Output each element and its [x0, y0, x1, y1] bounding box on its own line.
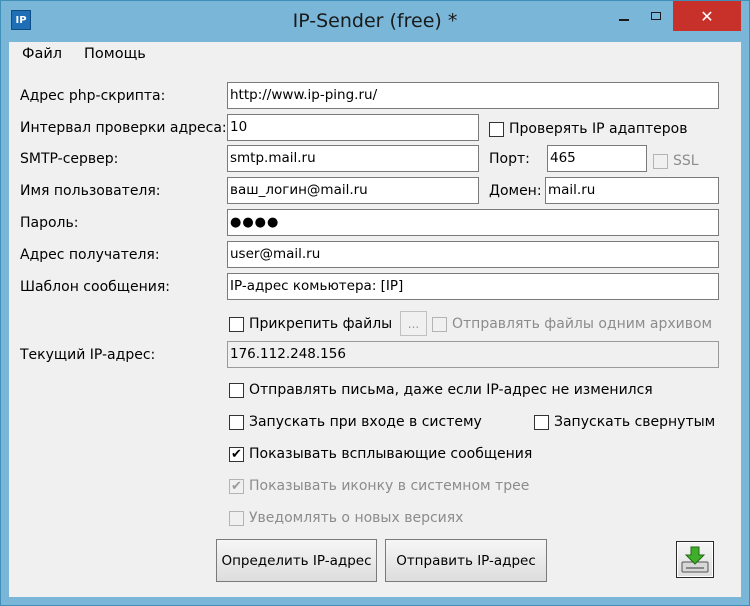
- menu-help[interactable]: Помощь: [84, 46, 146, 62]
- interval-input[interactable]: 10: [227, 114, 479, 141]
- template-input[interactable]: IP-адрес комьютера: [IP]: [227, 273, 719, 300]
- template-label: Шаблон сообщения:: [20, 279, 170, 295]
- show-tray-icon-checkbox[interactable]: ✔ Показывать иконку в системном трее: [229, 478, 529, 494]
- port-input[interactable]: 465: [547, 145, 647, 172]
- checkbox-box[interactable]: [229, 510, 244, 526]
- smtp-label: SMTP-сервер:: [20, 151, 119, 167]
- script-url-input[interactable]: http://www.ip-ping.ru/: [227, 82, 719, 109]
- client-area: Файл Помощь Адрес php-скрипта: http://ww…: [9, 42, 741, 597]
- show-tray-icon-label: Показывать иконку в системном трее: [249, 478, 530, 494]
- current-ip-label: Текущий IP-адрес:: [20, 347, 156, 363]
- ssl-checkbox[interactable]: SSL: [653, 153, 699, 169]
- password-input[interactable]: ●●●●: [227, 209, 719, 236]
- smtp-input[interactable]: smtp.mail.ru: [227, 145, 479, 172]
- run-at-login-label: Запускать при входе в систему: [249, 414, 482, 430]
- recipient-input[interactable]: user@mail.ru: [227, 241, 719, 268]
- notify-versions-label: Уведомлять о новых версиях: [249, 510, 464, 526]
- user-label: Имя пользователя:: [20, 183, 161, 199]
- current-ip-field: 176.112.248.156: [227, 341, 719, 368]
- show-popups-checkbox[interactable]: ✔ Показывать всплывающие сообщения: [229, 446, 532, 462]
- domain-label: Домен:: [489, 183, 542, 199]
- show-popups-label: Показывать всплывающие сообщения: [249, 446, 533, 462]
- send-ip-button[interactable]: Отправить IP-адрес: [385, 539, 547, 582]
- checkmark-icon[interactable]: ✔: [229, 446, 244, 462]
- title-bar[interactable]: IP IP-Sender (free) * ✕: [1, 1, 749, 41]
- port-label: Порт:: [489, 151, 530, 167]
- recipient-label: Адрес получателя:: [20, 247, 160, 263]
- password-label: Пароль:: [20, 215, 79, 231]
- check-adapters-checkbox[interactable]: Проверять IP адаптеров: [489, 121, 688, 137]
- browse-files-button[interactable]: ...: [400, 311, 427, 336]
- minimize-button[interactable]: [610, 1, 638, 31]
- close-icon: ✕: [700, 6, 714, 26]
- send-always-label: Отправлять письма, даже если IP-адрес не…: [249, 382, 653, 398]
- checkbox-box[interactable]: [229, 316, 244, 332]
- checkbox-box[interactable]: [229, 414, 244, 430]
- detect-ip-button[interactable]: Определить IP-адрес: [216, 539, 377, 582]
- save-icon: [681, 546, 709, 572]
- minimize-icon: [619, 19, 629, 21]
- ssl-label: SSL: [673, 153, 699, 169]
- attach-files-label: Прикрепить файлы: [249, 316, 393, 332]
- menu-file[interactable]: Файл: [22, 46, 62, 62]
- check-adapters-label: Проверять IP адаптеров: [509, 121, 688, 137]
- run-minimized-checkbox[interactable]: Запускать свернутым: [534, 414, 715, 430]
- archive-label: Отправлять файлы одним архивом: [452, 316, 713, 332]
- user-input[interactable]: ваш_логин@mail.ru: [227, 177, 479, 204]
- close-button[interactable]: ✕: [673, 1, 741, 31]
- checkbox-box[interactable]: [489, 121, 504, 137]
- checkmark-icon[interactable]: ✔: [229, 478, 244, 494]
- notify-versions-checkbox[interactable]: Уведомлять о новых версиях: [229, 510, 463, 526]
- maximize-button[interactable]: [641, 1, 671, 31]
- maximize-icon: [651, 12, 661, 20]
- checkbox-box[interactable]: [534, 414, 549, 430]
- save-settings-button[interactable]: [676, 541, 714, 578]
- script-url-label: Адрес php-скрипта:: [20, 88, 166, 104]
- interval-label: Интервал проверки адреса:: [20, 120, 227, 136]
- checkbox-box[interactable]: [229, 382, 244, 398]
- run-at-login-checkbox[interactable]: Запускать при входе в систему: [229, 414, 482, 430]
- send-always-checkbox[interactable]: Отправлять письма, даже если IP-адрес не…: [229, 382, 653, 398]
- domain-input[interactable]: mail.ru: [545, 177, 719, 204]
- checkbox-box[interactable]: [653, 153, 668, 169]
- archive-checkbox[interactable]: Отправлять файлы одним архивом: [432, 316, 712, 332]
- checkbox-box[interactable]: [432, 316, 447, 332]
- run-minimized-label: Запускать свернутым: [554, 414, 716, 430]
- app-window: IP IP-Sender (free) * ✕ Файл Помощь Адре…: [0, 0, 750, 606]
- attach-files-checkbox[interactable]: Прикрепить файлы: [229, 316, 392, 332]
